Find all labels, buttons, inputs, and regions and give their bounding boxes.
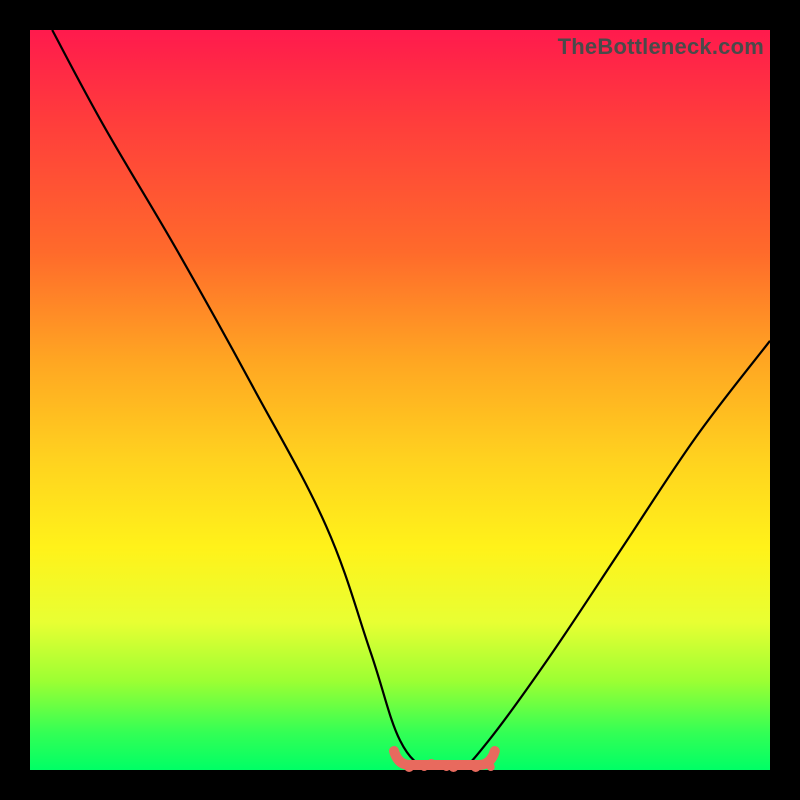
chart-frame: TheBottleneck.com xyxy=(0,0,800,800)
plot-area: TheBottleneck.com xyxy=(30,30,770,770)
bottleneck-curve xyxy=(52,30,770,774)
curve-overlay xyxy=(30,30,770,770)
